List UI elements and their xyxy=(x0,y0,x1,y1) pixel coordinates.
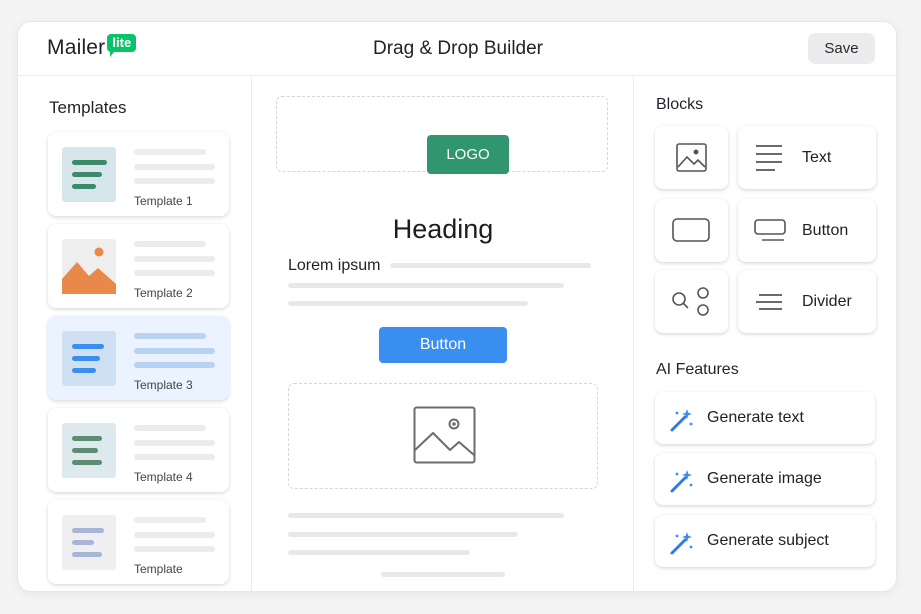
template-card-5[interactable]: Template xyxy=(48,500,229,584)
text-placeholder-line xyxy=(288,513,564,518)
canvas-lorem-text[interactable]: Lorem ipsum xyxy=(288,257,380,275)
block-label: Text xyxy=(802,149,832,166)
block-button-shape[interactable] xyxy=(655,199,728,262)
template-label: Template 2 xyxy=(134,286,193,300)
template-card-4[interactable]: Template 4 xyxy=(48,408,229,492)
template-thumbnail xyxy=(62,239,116,294)
text-placeholder-line xyxy=(390,263,591,268)
canvas-cta-button[interactable]: Button xyxy=(379,327,507,363)
template-card-2[interactable]: Template 2 xyxy=(48,224,229,308)
logo-placeholder[interactable]: LOGO xyxy=(427,135,509,174)
template-label: Template 3 xyxy=(134,378,193,392)
mountain-image-icon xyxy=(62,247,116,294)
template-thumbnail xyxy=(62,147,116,202)
button-shape-icon xyxy=(672,218,710,242)
text-lines-icon xyxy=(756,145,782,171)
template-thumbnail xyxy=(62,331,116,386)
templates-title: Templates xyxy=(49,98,127,117)
template-label: Template 4 xyxy=(134,470,193,484)
ai-feature-label: Generate text xyxy=(707,409,804,426)
text-placeholder-line xyxy=(288,550,470,555)
block-social[interactable] xyxy=(655,270,728,333)
text-placeholder-line xyxy=(381,572,505,577)
template-thumbnail xyxy=(62,515,116,570)
template-thumbnail xyxy=(62,423,116,478)
block-divider[interactable]: Divider xyxy=(738,270,876,333)
image-placeholder-icon xyxy=(413,406,476,464)
builder-window: Mailer lite Drag & Drop Builder Save Tem… xyxy=(17,21,897,592)
ai-feature-label: Generate subject xyxy=(707,532,829,549)
block-image[interactable] xyxy=(655,126,728,189)
blocks-title: Blocks xyxy=(656,96,704,113)
block-button[interactable]: Button xyxy=(738,199,876,262)
magic-wand-icon xyxy=(670,532,693,555)
magic-wand-icon xyxy=(670,409,693,432)
generate-subject-button[interactable]: Generate subject xyxy=(655,515,875,567)
image-dropzone[interactable] xyxy=(288,383,598,489)
canvas-heading[interactable]: Heading xyxy=(252,214,634,245)
template-card-1[interactable]: Template 1 xyxy=(48,132,229,216)
text-placeholder-line xyxy=(288,532,518,537)
magic-wand-icon xyxy=(670,470,693,493)
header: Mailer lite Drag & Drop Builder Save xyxy=(18,22,896,76)
template-label: Template xyxy=(134,562,183,576)
social-icons-icon xyxy=(672,287,709,316)
ai-feature-label: Generate image xyxy=(707,470,822,487)
text-placeholder-line xyxy=(288,301,528,306)
block-text[interactable]: Text xyxy=(738,126,876,189)
generate-image-button[interactable]: Generate image xyxy=(655,453,875,505)
block-label: Button xyxy=(802,222,849,239)
block-label: Divider xyxy=(802,293,852,310)
ai-features-title: AI Features xyxy=(656,361,739,378)
save-button[interactable]: Save xyxy=(808,33,875,64)
image-icon xyxy=(676,143,707,172)
divider-icon xyxy=(756,294,782,310)
button-icon xyxy=(754,219,786,241)
templates-panel: Templates Template 1 Template 2 Template… xyxy=(18,76,252,591)
generate-text-button[interactable]: Generate text xyxy=(655,392,875,444)
email-canvas[interactable]: LOGO Heading Lorem ipsum Button xyxy=(252,76,634,591)
page-title: Drag & Drop Builder xyxy=(372,38,544,59)
text-placeholder-line xyxy=(288,283,564,288)
logo-dropzone[interactable]: LOGO xyxy=(276,96,608,174)
blocks-panel: Blocks Text Button Divider AI Features G… xyxy=(634,76,896,591)
template-label: Template 1 xyxy=(134,194,193,208)
template-card-3[interactable]: Template 3 xyxy=(48,316,229,400)
